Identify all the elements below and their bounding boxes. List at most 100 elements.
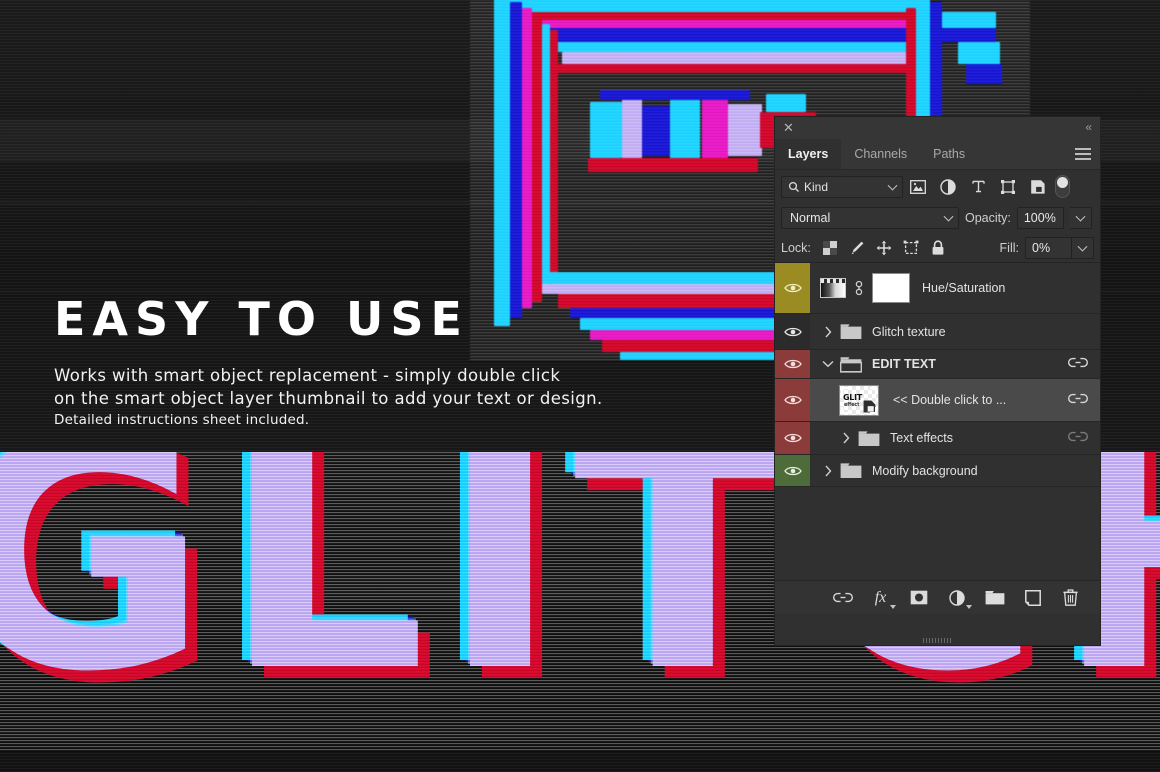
layer-filter-row: Kind <box>775 170 1100 203</box>
dropdown-caret-icon <box>890 605 896 609</box>
chevron-down-icon <box>888 180 898 190</box>
description-line-2: on the smart object layer thumbnail to a… <box>54 387 603 410</box>
lock-label: Lock: <box>781 241 811 255</box>
filter-enable-toggle[interactable] <box>1055 175 1070 198</box>
layer-visibility-toggle[interactable] <box>775 379 810 421</box>
layer-content: EDIT TEXT <box>810 350 1100 378</box>
link-layers-indicator-icon[interactable] <box>1068 357 1088 371</box>
link-layers-icon[interactable] <box>832 587 854 609</box>
layer-visibility-toggle[interactable] <box>775 263 810 313</box>
description-line-3: Detailed instructions sheet included. <box>54 411 603 430</box>
screenshot-root: GLITCH GLITCH GLITCH GLITCH GLITCH EASY … <box>0 0 1160 772</box>
new-layer-icon[interactable] <box>1022 587 1044 609</box>
eye-icon <box>784 358 802 370</box>
filter-kind-select[interactable]: Kind <box>781 176 903 198</box>
filter-kind-label: Kind <box>804 180 828 194</box>
panel-tab-bar: Layers Channels Paths <box>775 139 1100 170</box>
table-row[interactable]: Text effects <box>775 422 1100 455</box>
layer-visibility-toggle[interactable] <box>775 455 810 486</box>
panel-title-bar: ✕ « <box>775 117 1100 139</box>
table-row[interactable]: Modify background <box>775 455 1100 487</box>
thumbnail-corner-mark <box>841 387 848 394</box>
expand-group-icon[interactable] <box>818 465 838 477</box>
layer-list: Hue/Saturation Glitch texture <box>775 263 1100 487</box>
folder-icon <box>840 462 862 479</box>
link-mask-icon[interactable] <box>852 279 866 297</box>
eye-icon <box>784 326 802 338</box>
chevron-down-icon <box>1075 212 1085 222</box>
thumbnail-corner-mark <box>841 407 848 414</box>
smart-object-filter-icon[interactable] <box>1023 174 1053 200</box>
close-icon[interactable]: ✕ <box>782 121 795 134</box>
layer-mask-thumbnail[interactable] <box>872 273 910 303</box>
eye-icon <box>784 394 802 406</box>
table-row[interactable]: Glitch texture <box>775 314 1100 350</box>
description-block: Works with smart object replacement - si… <box>54 364 603 430</box>
new-adjustment-layer-icon[interactable] <box>946 587 968 609</box>
tab-paths[interactable]: Paths <box>920 139 978 169</box>
chevron-down-icon <box>1078 241 1088 251</box>
expand-group-icon[interactable] <box>836 432 856 444</box>
layer-name: << Double click to ... <box>893 393 1006 407</box>
blend-mode-select[interactable]: Normal <box>781 207 959 229</box>
thumbnail-corner-mark <box>870 387 877 394</box>
fx-label: fx <box>875 589 887 607</box>
layer-content: Text effects <box>810 422 1100 454</box>
delete-layer-icon[interactable] <box>1060 587 1082 609</box>
lock-all-icon[interactable] <box>925 236 952 260</box>
fill-stepper[interactable] <box>1072 237 1094 259</box>
new-group-icon[interactable] <box>984 587 1006 609</box>
folder-open-icon <box>840 356 862 373</box>
layers-panel-toolbar: fx <box>775 580 1100 614</box>
lock-artboard-nesting-icon[interactable] <box>898 236 925 260</box>
fill-input[interactable]: 0% <box>1025 237 1072 259</box>
opacity-input[interactable]: 100% <box>1017 207 1064 229</box>
adjustment-thumbnail[interactable] <box>820 278 846 298</box>
page-title: EASY TO USE <box>54 296 603 342</box>
layer-content: GLIT effect << Double click to ... <box>810 379 1100 421</box>
layer-name: Hue/Saturation <box>922 281 1005 295</box>
tab-layers[interactable]: Layers <box>775 139 841 169</box>
lock-image-pixels-icon[interactable] <box>844 236 871 260</box>
link-layers-indicator-icon[interactable] <box>1068 431 1088 445</box>
layer-name: Glitch texture <box>872 325 946 339</box>
layer-visibility-toggle[interactable] <box>775 350 810 378</box>
pixel-layer-filter-icon[interactable] <box>903 174 933 200</box>
table-row[interactable]: EDIT TEXT <box>775 350 1100 379</box>
lock-transparent-pixels-icon[interactable] <box>817 236 844 260</box>
smart-object-thumbnail[interactable]: GLIT effect <box>839 385 879 416</box>
layer-style-fx-icon[interactable]: fx <box>870 587 892 609</box>
table-row[interactable]: GLIT effect << Double click to ... <box>775 379 1100 422</box>
type-layer-filter-icon[interactable] <box>963 174 993 200</box>
search-icon <box>788 181 800 193</box>
panel-menu-icon[interactable] <box>1075 148 1091 160</box>
layer-content: Glitch texture <box>810 314 1100 349</box>
panel-body: Kind <box>775 170 1100 580</box>
expand-group-icon[interactable] <box>818 326 838 338</box>
link-layers-indicator-icon[interactable] <box>1068 393 1088 407</box>
description-line-1: Works with smart object replacement - si… <box>54 364 603 387</box>
adjustment-layer-filter-icon[interactable] <box>933 174 963 200</box>
table-row[interactable]: Hue/Saturation <box>775 263 1100 314</box>
tab-channels[interactable]: Channels <box>841 139 920 169</box>
opacity-stepper[interactable] <box>1070 207 1092 229</box>
lock-position-icon[interactable] <box>871 236 898 260</box>
collapse-group-icon[interactable] <box>818 360 838 368</box>
layer-visibility-toggle[interactable] <box>775 314 810 349</box>
thumbnail-corner-mark <box>870 407 877 414</box>
collapse-panel-icon[interactable]: « <box>1085 120 1091 134</box>
layer-list-empty-area[interactable] <box>775 487 1100 580</box>
layer-content: Modify background <box>810 455 1100 486</box>
blend-opacity-row: Normal Opacity: 100% <box>775 203 1100 233</box>
layer-content: Hue/Saturation <box>810 263 1100 313</box>
opacity-label: Opacity: <box>965 211 1011 225</box>
eye-icon <box>784 432 802 444</box>
blend-mode-value: Normal <box>790 211 830 225</box>
layer-name: EDIT TEXT <box>872 357 936 371</box>
eye-icon <box>784 465 802 477</box>
shape-layer-filter-icon[interactable] <box>993 174 1023 200</box>
panel-resize-grip[interactable] <box>923 638 953 643</box>
layer-visibility-toggle[interactable] <box>775 422 810 454</box>
add-layer-mask-icon[interactable] <box>908 587 930 609</box>
fill-group: Fill: 0% <box>1000 237 1094 259</box>
